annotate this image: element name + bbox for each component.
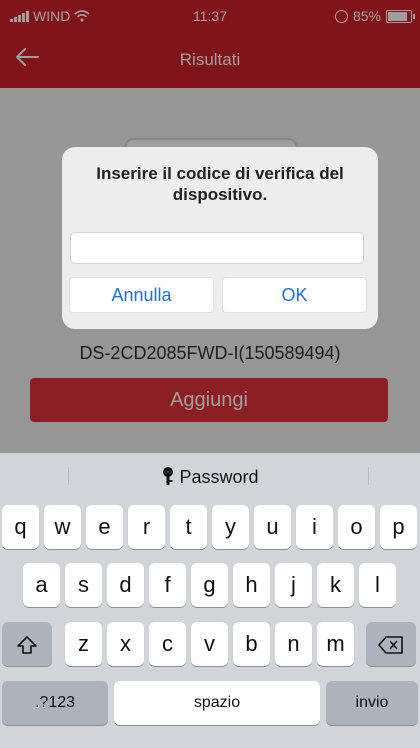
key-t[interactable]: t bbox=[170, 505, 207, 549]
key-n[interactable]: n bbox=[275, 622, 312, 666]
key-h[interactable]: h bbox=[233, 563, 270, 607]
key-r[interactable]: r bbox=[128, 505, 165, 549]
key-a[interactable]: a bbox=[23, 563, 60, 607]
keyboard-suggestion-bar: Password bbox=[0, 453, 420, 499]
dialog-message: Inserire il codice di verifica del dispo… bbox=[96, 164, 344, 204]
key-j[interactable]: j bbox=[275, 563, 312, 607]
key-k[interactable]: k bbox=[317, 563, 354, 607]
cancel-button[interactable]: Annulla bbox=[69, 277, 214, 313]
shift-icon bbox=[17, 636, 37, 654]
keyboard: Password q w e r t y u i o p a s d f g h j k l z x c v b n m .?123… bbox=[0, 453, 420, 748]
numbers-key[interactable]: .?123 bbox=[2, 681, 108, 725]
ok-button[interactable]: OK bbox=[222, 277, 367, 313]
key-i[interactable]: i bbox=[296, 505, 333, 549]
key-l[interactable]: l bbox=[359, 563, 396, 607]
key-v[interactable]: v bbox=[191, 622, 228, 666]
key-w[interactable]: w bbox=[44, 505, 81, 549]
key-u[interactable]: u bbox=[254, 505, 291, 549]
key-f[interactable]: f bbox=[149, 563, 186, 607]
key-s[interactable]: s bbox=[65, 563, 102, 607]
password-suggestion[interactable]: Password bbox=[0, 466, 420, 488]
key-p[interactable]: p bbox=[380, 505, 417, 549]
key-y[interactable]: y bbox=[212, 505, 249, 549]
key-d[interactable]: d bbox=[107, 563, 144, 607]
key-b[interactable]: b bbox=[233, 622, 270, 666]
key-x[interactable]: x bbox=[107, 622, 144, 666]
key-o[interactable]: o bbox=[338, 505, 375, 549]
backspace-key[interactable] bbox=[366, 622, 416, 666]
password-label: Password bbox=[179, 467, 259, 487]
key-q[interactable]: q bbox=[2, 505, 39, 549]
key-m[interactable]: m bbox=[317, 622, 354, 666]
key-icon bbox=[163, 467, 174, 485]
key-g[interactable]: g bbox=[191, 563, 228, 607]
verification-dialog: Inserire il codice di verifica del dispo… bbox=[62, 147, 378, 329]
key-e[interactable]: e bbox=[86, 505, 123, 549]
key-c[interactable]: c bbox=[149, 622, 186, 666]
backspace-icon bbox=[378, 636, 403, 654]
app-screen: WIND 11:37 85% Risultati DS-2CD2085FWD-I… bbox=[0, 0, 420, 453]
space-key[interactable]: spazio bbox=[114, 681, 320, 725]
verification-code-input[interactable] bbox=[70, 232, 364, 264]
shift-key[interactable] bbox=[2, 622, 52, 666]
key-z[interactable]: z bbox=[65, 622, 102, 666]
return-key[interactable]: invio bbox=[326, 681, 418, 725]
